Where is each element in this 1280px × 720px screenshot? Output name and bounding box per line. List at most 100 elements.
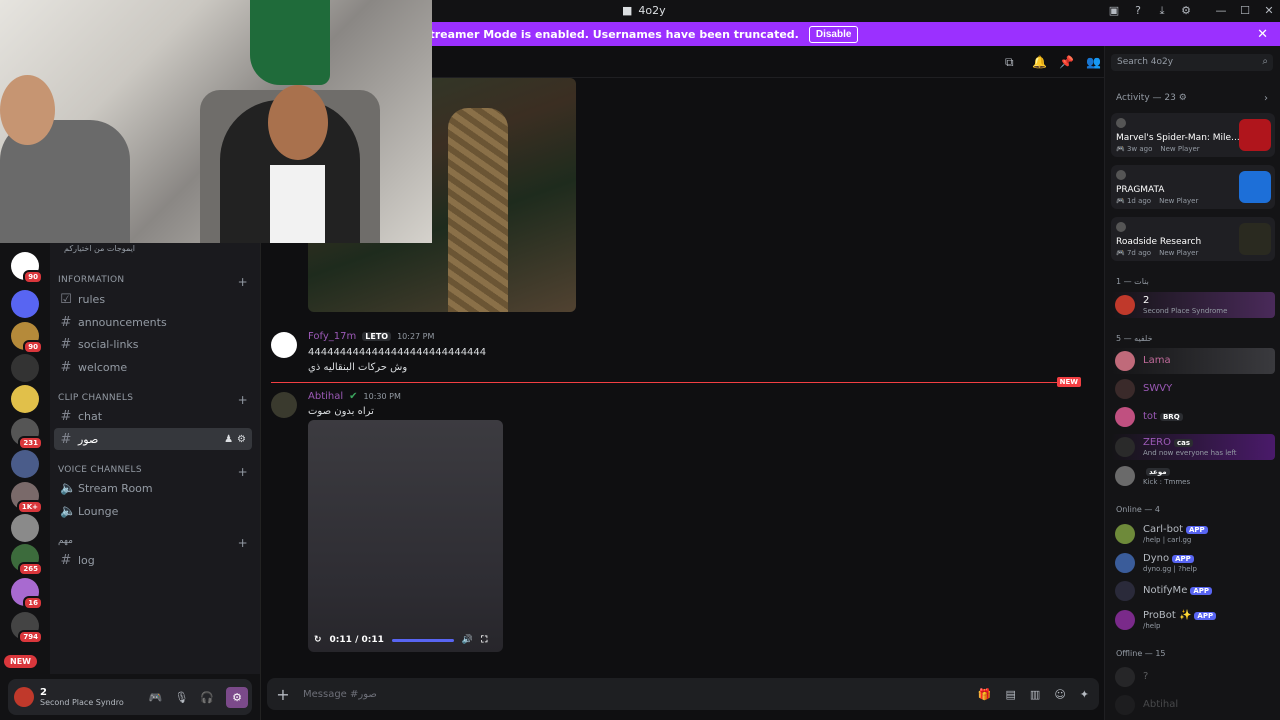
avatar: [1115, 667, 1135, 687]
chevron-right-icon[interactable]: ›: [1264, 93, 1268, 104]
message-text: 4444444444444444444444444444: [308, 347, 487, 358]
category-important[interactable]: مهم +: [58, 536, 248, 550]
channel-rules[interactable]: ☑ rules: [54, 288, 252, 310]
channel-lounge[interactable]: 🔈 Lounge: [54, 500, 252, 522]
avatar: [1115, 610, 1135, 630]
replay-icon[interactable]: ↻: [314, 635, 322, 645]
channel-chat[interactable]: # chat: [54, 405, 252, 427]
channel-announcements[interactable]: # announcements: [54, 311, 252, 333]
member-item[interactable]: ?: [1111, 664, 1275, 690]
server-icon[interactable]: 231: [11, 418, 43, 450]
headphones-icon[interactable]: 🎧: [200, 691, 214, 704]
channel-log[interactable]: # log: [54, 549, 252, 571]
minimize-icon[interactable]: —: [1214, 4, 1228, 18]
user-settings-icon[interactable]: ⚙: [226, 686, 248, 708]
avatar: [1115, 379, 1135, 399]
server-icon[interactable]: 1K+: [11, 482, 43, 514]
add-channel-icon[interactable]: +: [238, 536, 248, 550]
avatar[interactable]: [14, 687, 34, 707]
author-name[interactable]: Fofy_17m: [308, 331, 356, 342]
avatar[interactable]: [271, 332, 297, 358]
gift-icon[interactable]: 🎁: [978, 688, 992, 701]
apps-icon[interactable]: ✦: [1080, 688, 1089, 701]
fullscreen-icon[interactable]: ⛶: [481, 635, 487, 645]
volume-icon[interactable]: 🔊: [462, 635, 473, 645]
user-panel: 2 Second Place Syndro 🎮 🎙 🎧 ⚙: [0, 674, 260, 720]
member-item[interactable]: Carl-bot APP/help | carl.gg: [1111, 521, 1275, 547]
invite-icon[interactable]: ♟: [224, 434, 233, 445]
activity-card[interactable]: Roadside Research 🎮 7d ago New Player: [1111, 217, 1275, 261]
member-item[interactable]: 2 Second Place Syndrome: [1111, 292, 1275, 318]
mention-badge: 265: [18, 562, 43, 576]
channel-stream-room[interactable]: 🔈 Stream Room: [54, 477, 252, 499]
member-item[interactable]: Abtihal: [1111, 692, 1275, 718]
message-header: Abtihal ✔ 10:30 PM: [308, 391, 401, 402]
controller-icon: 🎮: [1116, 145, 1125, 153]
video-time: 0:11 / 0:11: [329, 635, 384, 645]
close-icon[interactable]: ✕: [1257, 27, 1268, 42]
help-icon[interactable]: ?: [1131, 4, 1145, 18]
video-attachment[interactable]: ↻ 0:11 / 0:11 🔊 ⛶: [308, 420, 503, 652]
member-item[interactable]: Lama: [1111, 348, 1275, 374]
channel-social-links[interactable]: # social-links: [54, 333, 252, 355]
member-item[interactable]: SWVY: [1111, 376, 1275, 402]
game-controller-icon[interactable]: 🎮: [149, 691, 163, 704]
video-progress-bar[interactable]: [391, 638, 454, 642]
disable-button[interactable]: Disable: [808, 25, 859, 43]
member-group-header: بنات — 1: [1116, 277, 1149, 286]
person-right-shirt: [270, 165, 325, 243]
gear-icon[interactable]: ⚙: [1179, 93, 1187, 103]
message-text: تراه بدون صوت: [308, 406, 374, 417]
close-window-icon[interactable]: ✕: [1262, 4, 1276, 18]
server-icon[interactable]: 16: [11, 578, 43, 610]
activity-card[interactable]: Marvel's Spider-Man: Mile... 🎮 3w ago New…: [1111, 113, 1275, 157]
member-item[interactable]: ZERO cas And now everyone has left: [1111, 434, 1275, 460]
member-group-header: Online — 4: [1116, 505, 1160, 514]
avatar[interactable]: [271, 392, 297, 418]
game-art: [1239, 119, 1271, 151]
emoji-icon[interactable]: ☺: [1054, 688, 1065, 701]
sticker-icon[interactable]: ▥: [1030, 688, 1040, 701]
member-item[interactable]: Dyno APP dyno.gg | ?help: [1111, 550, 1275, 576]
server-icon[interactable]: [11, 385, 39, 413]
message-text: وش حركات البنقاليه ذي: [308, 362, 408, 373]
category-information[interactable]: INFORMATION +: [58, 275, 248, 289]
member-item[interactable]: موعد Kick : Tmmes: [1111, 463, 1275, 489]
inbox-icon[interactable]: ▣: [1107, 4, 1121, 18]
gif-icon[interactable]: ▤: [1006, 688, 1016, 701]
channel-welcome[interactable]: # welcome: [54, 356, 252, 378]
add-attachment-icon[interactable]: +: [267, 685, 299, 704]
new-servers-pill[interactable]: NEW: [4, 655, 37, 668]
maximize-icon[interactable]: ☐: [1238, 4, 1252, 18]
activity-card[interactable]: PRAGMATA 🎮 1d ago New Player: [1111, 165, 1275, 209]
channel-images[interactable]: # صور ♟ ⚙: [54, 428, 252, 450]
server-icon[interactable]: 794: [11, 612, 43, 644]
pin-icon[interactable]: 📌: [1059, 55, 1074, 69]
banner-text: Streamer Mode is enabled. Usernames have…: [421, 27, 799, 41]
extension-icon[interactable]: ⚙: [1179, 4, 1193, 18]
server-icon[interactable]: [11, 354, 39, 382]
server-icon[interactable]: [11, 450, 39, 478]
server-icon[interactable]: 90: [11, 322, 43, 354]
add-channel-icon[interactable]: +: [238, 275, 248, 289]
threads-icon[interactable]: ⧉: [1005, 55, 1014, 70]
server-icon[interactable]: 90: [11, 252, 43, 284]
member-item[interactable]: ProBot ✨ APP/help: [1111, 607, 1275, 633]
server-icon[interactable]: 265: [11, 544, 43, 576]
member-item[interactable]: NotifyMe APP: [1111, 578, 1275, 604]
activity-header[interactable]: Activity — 23 ⚙ ›: [1116, 93, 1268, 104]
gear-icon[interactable]: ⚙: [237, 434, 246, 445]
search-input[interactable]: Search 4o2y ⌕: [1111, 54, 1273, 71]
message-input[interactable]: Message #صور: [303, 689, 377, 700]
mention-badge: 1K+: [16, 500, 43, 514]
server-icon[interactable]: [11, 514, 39, 542]
download-icon[interactable]: ⤓: [1155, 4, 1169, 18]
member-list-icon[interactable]: 👥: [1086, 55, 1101, 69]
author-name[interactable]: Abtihal: [308, 391, 343, 402]
member-item[interactable]: tot BRQ: [1111, 404, 1275, 430]
microphone-icon[interactable]: 🎙: [174, 691, 188, 704]
stream-overlay[interactable]: [0, 0, 432, 243]
server-icon[interactable]: [11, 290, 39, 318]
message-composer: + Message #صور 🎁 ▤ ▥ ☺ ✦: [267, 678, 1099, 710]
bell-icon[interactable]: 🔔: [1032, 55, 1047, 69]
